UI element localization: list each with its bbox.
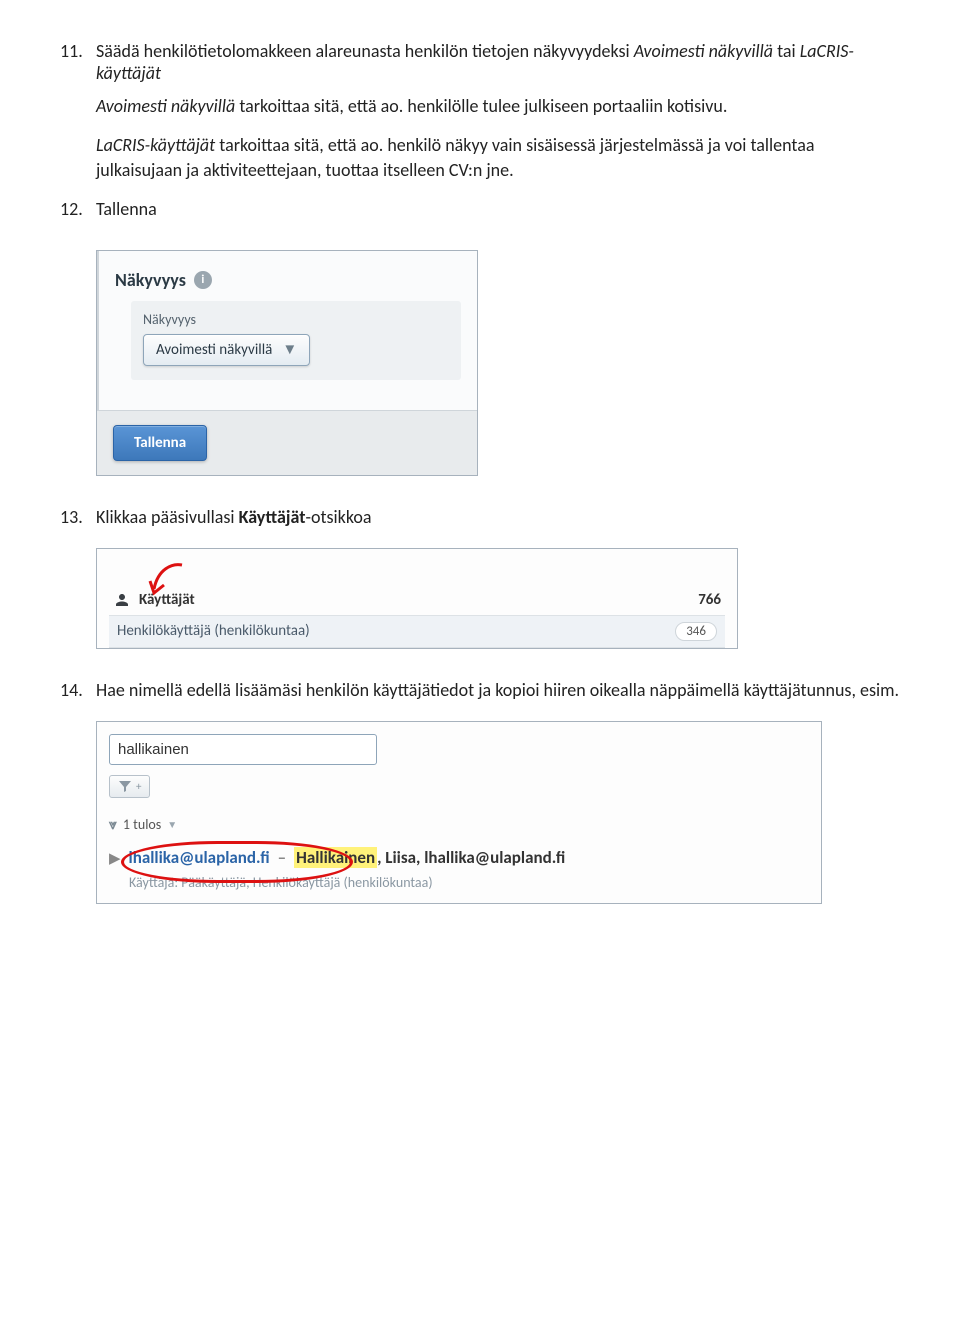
text: Klikkaa pääsivullasi bbox=[96, 506, 239, 528]
text: -otsikkoa bbox=[305, 506, 371, 528]
list-body: Hae nimellä edellä lisäämäsi henkilön kä… bbox=[96, 679, 900, 701]
panel-footer: Tallenna bbox=[97, 410, 477, 475]
italic-text: Avoimesti näkyvillä bbox=[96, 95, 235, 117]
screenshot-search-result: + ⩔ 1 tulos ▼ ▶ lhallika@ulapland.fi – H… bbox=[96, 721, 822, 904]
italic-text: Avoimesti näkyvillä bbox=[634, 40, 773, 62]
italic-text: LaCRIS-käyttäjät bbox=[96, 134, 215, 156]
users-header-count: 766 bbox=[698, 591, 721, 609]
filter-button[interactable]: + bbox=[109, 775, 150, 798]
users-header-left: Käyttäjät bbox=[113, 591, 195, 609]
visibility-field-label: Näkyvyys bbox=[143, 311, 449, 328]
visibility-field-box: Näkyvyys Avoimesti näkyvillä ▼ bbox=[131, 301, 461, 380]
user-link-text: lhallika@ulapland.fi bbox=[129, 847, 270, 868]
list-number: 14. bbox=[60, 679, 88, 701]
text: tai bbox=[773, 40, 800, 62]
users-section-pad: Käyttäjät 766 Henkilökäyttäjä (henkilöku… bbox=[97, 549, 737, 648]
list-body: Klikkaa pääsivullasi Käyttäjät-otsikkoa bbox=[96, 506, 900, 528]
search-highlight: Hallikainen bbox=[294, 847, 377, 868]
users-subrow-label: Henkilökäyttäjä (henkilökuntaa) bbox=[117, 622, 310, 640]
list-item-14: 14. Hae nimellä edellä lisäämäsi henkilö… bbox=[60, 679, 900, 701]
bold-text: Käyttäjät bbox=[239, 506, 306, 528]
visibility-select[interactable]: Avoimesti näkyvillä ▼ bbox=[143, 334, 310, 366]
search-input[interactable] bbox=[109, 734, 377, 765]
funnel-icon bbox=[118, 780, 132, 792]
list-item-11: 11. Säädä henkilötietolomakkeen alareuna… bbox=[60, 40, 900, 84]
save-button[interactable]: Tallenna bbox=[113, 425, 207, 461]
section-label: Näkyvyys bbox=[115, 269, 186, 291]
screenshot-users-section: Käyttäjät 766 Henkilökäyttäjä (henkilöku… bbox=[96, 548, 738, 649]
users-header-label: Käyttäjät bbox=[139, 591, 195, 609]
users-subrow-staff[interactable]: Henkilökäyttäjä (henkilökuntaa) 346 bbox=[109, 616, 725, 648]
info-icon[interactable]: i bbox=[194, 271, 212, 289]
list-body: Tallenna bbox=[96, 198, 900, 220]
users-header-row[interactable]: Käyttäjät 766 bbox=[109, 585, 725, 616]
list-number: 12. bbox=[60, 198, 88, 220]
screenshot-visibility-panel: Näkyvyys i Näkyvyys Avoimesti näkyvillä … bbox=[96, 250, 478, 476]
result-count-row: ⩔ 1 tulos ▼ bbox=[109, 816, 809, 833]
person-icon bbox=[113, 591, 131, 609]
result-count-label: 1 tulos bbox=[123, 816, 161, 833]
list-number: 13. bbox=[60, 506, 88, 528]
users-subrow-count: 346 bbox=[675, 622, 717, 641]
paragraph-a: Avoimesti näkyvillä tarkoittaa sitä, ett… bbox=[96, 94, 900, 119]
user-link[interactable]: lhallika@ulapland.fi bbox=[129, 847, 270, 868]
list-item-13: 13. Klikkaa pääsivullasi Käyttäjät-otsik… bbox=[60, 506, 900, 528]
check-all-icon[interactable]: ⩔ bbox=[109, 816, 117, 833]
chevron-down-icon[interactable]: ▼ bbox=[167, 818, 177, 831]
list-body: Säädä henkilötietolomakkeen alareunasta … bbox=[96, 40, 900, 84]
result-sub-label: Käyttäjä: Pääkäyttäjä, Henkilökäyttäjä (… bbox=[129, 874, 809, 891]
expand-icon[interactable]: ▶ bbox=[109, 849, 121, 868]
chevron-down-icon: ▼ bbox=[282, 341, 297, 359]
visibility-section-header: Näkyvyys i bbox=[115, 269, 461, 291]
paragraph-b: LaCRIS-käyttäjät tarkoittaa sitä, että a… bbox=[96, 133, 900, 183]
visibility-panel-body: Näkyvyys i Näkyvyys Avoimesti näkyvillä … bbox=[97, 251, 477, 410]
separator-dash: – bbox=[278, 847, 286, 868]
list-item-12: 12. Tallenna bbox=[60, 198, 900, 220]
list-number: 11. bbox=[60, 40, 88, 84]
text: tarkoittaa sitä, että ao. henkilölle tul… bbox=[235, 95, 727, 117]
text: Säädä henkilötietolomakkeen alareunasta … bbox=[96, 40, 634, 62]
result-row: ▶ lhallika@ulapland.fi – Hallikainen, Li… bbox=[109, 847, 809, 868]
visibility-select-value: Avoimesti näkyvillä bbox=[156, 341, 272, 359]
plus-icon: + bbox=[136, 780, 141, 793]
result-name-rest: , Liisa, lhallika@ulapland.fi bbox=[377, 847, 565, 868]
